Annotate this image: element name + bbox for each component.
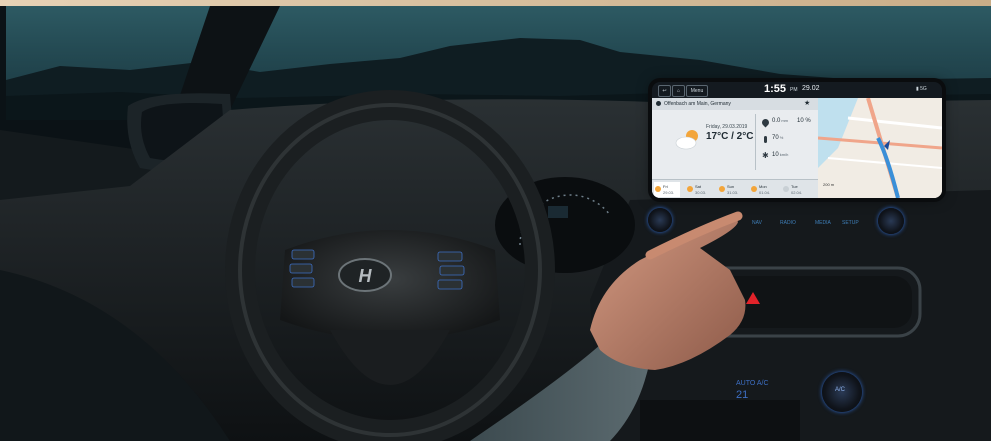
navigation-map[interactable]: 200 m bbox=[817, 97, 942, 198]
divider bbox=[755, 114, 756, 170]
ac-label: A/C bbox=[835, 387, 846, 393]
forecast-date: 29.03. bbox=[663, 190, 675, 195]
weather-widget[interactable]: Offenbach am Main, Germany ★ Friday, 29.… bbox=[652, 98, 818, 198]
forecast-day[interactable]: Sat 30.03. bbox=[686, 182, 712, 197]
forecast-label: Sat bbox=[695, 184, 702, 189]
wind-value: 10km/h bbox=[772, 152, 789, 158]
tune-knob[interactable] bbox=[878, 208, 904, 234]
forecast-label: Fri bbox=[663, 184, 668, 189]
location-pin-icon bbox=[656, 101, 661, 106]
precipitation-chance: 10 % bbox=[797, 118, 811, 124]
infotainment-screen[interactable]: ↩ ⌂ Menu 1:55 PM 29.02 ▮ 5G Offenbach am… bbox=[652, 82, 942, 198]
weather-day: Friday, 29.03.2019 bbox=[706, 124, 748, 130]
signal-icon: ▮ 5G bbox=[916, 86, 927, 92]
nav-button[interactable]: NAV bbox=[752, 220, 762, 226]
forecast-day[interactable]: Sun 31.03. bbox=[718, 182, 744, 197]
partly-cloudy-icon bbox=[675, 130, 698, 150]
map-graphic bbox=[817, 97, 942, 198]
forecast-day[interactable]: Mon 01.04. bbox=[750, 182, 776, 197]
forecast-date: 01.04. bbox=[759, 190, 771, 195]
car-interior-scene: H ↩ ⌂ Menu 1:55 PM 29.02 ▮ 5G Offenbach … bbox=[0, 0, 991, 441]
status-bar: ↩ ⌂ Menu 1:55 PM 29.02 ▮ 5G bbox=[652, 82, 942, 98]
climate-label: AUTO A/C bbox=[736, 380, 769, 387]
weather-temperatures: 17°C / 2°C bbox=[706, 131, 754, 142]
forecast-date: 31.03. bbox=[727, 190, 739, 195]
forecast-label: Mon bbox=[759, 184, 767, 189]
menu-button[interactable]: Menu bbox=[686, 85, 708, 97]
humidity-value: 70% bbox=[772, 135, 784, 141]
media-button[interactable]: MEDIA bbox=[815, 220, 831, 226]
forecast-day[interactable]: Fri 29.03. bbox=[654, 182, 680, 197]
sun-icon bbox=[655, 186, 661, 192]
back-arrow-icon[interactable]: ↩ bbox=[658, 85, 671, 97]
drop-icon bbox=[760, 117, 771, 128]
svg-text:H: H bbox=[359, 266, 373, 286]
clock-time: 1:55 bbox=[764, 83, 787, 95]
forecast-label: Sun bbox=[727, 184, 735, 189]
climate-temp: 21 bbox=[736, 389, 749, 401]
status-date: 29.02 bbox=[802, 85, 820, 92]
forecast-day[interactable]: Tue 02.04. bbox=[782, 182, 808, 197]
volume-knob[interactable] bbox=[648, 208, 672, 232]
hazard-warning-icon[interactable] bbox=[746, 292, 760, 304]
wind-icon: ✱ bbox=[762, 151, 769, 160]
weather-location-bar: Offenbach am Main, Germany ★ bbox=[652, 98, 818, 110]
thermometer-icon bbox=[764, 136, 767, 143]
clock-suffix: PM bbox=[790, 87, 798, 93]
setup-button[interactable]: SETUP bbox=[842, 220, 859, 226]
map-scale: 200 m bbox=[823, 182, 835, 187]
cloud-icon bbox=[783, 186, 789, 192]
sun-icon bbox=[687, 186, 693, 192]
forecast-label: Tue bbox=[791, 184, 798, 189]
precipitation-value: 0.0mm bbox=[772, 118, 789, 124]
sun-icon bbox=[751, 186, 757, 192]
weather-location: Offenbach am Main, Germany bbox=[664, 101, 731, 107]
forecast-strip[interactable]: Fri 29.03. Sat 30.03. Sun 31.03. Mon 01.… bbox=[652, 179, 818, 198]
ac-knob[interactable]: A/C bbox=[822, 372, 862, 412]
home-icon[interactable]: ⌂ bbox=[672, 85, 685, 97]
sun-icon bbox=[719, 186, 725, 192]
forecast-date: 30.03. bbox=[695, 190, 707, 195]
radio-button[interactable]: RADIO bbox=[780, 220, 796, 226]
forecast-date: 02.04. bbox=[791, 190, 803, 195]
star-icon[interactable]: ★ bbox=[804, 98, 810, 110]
